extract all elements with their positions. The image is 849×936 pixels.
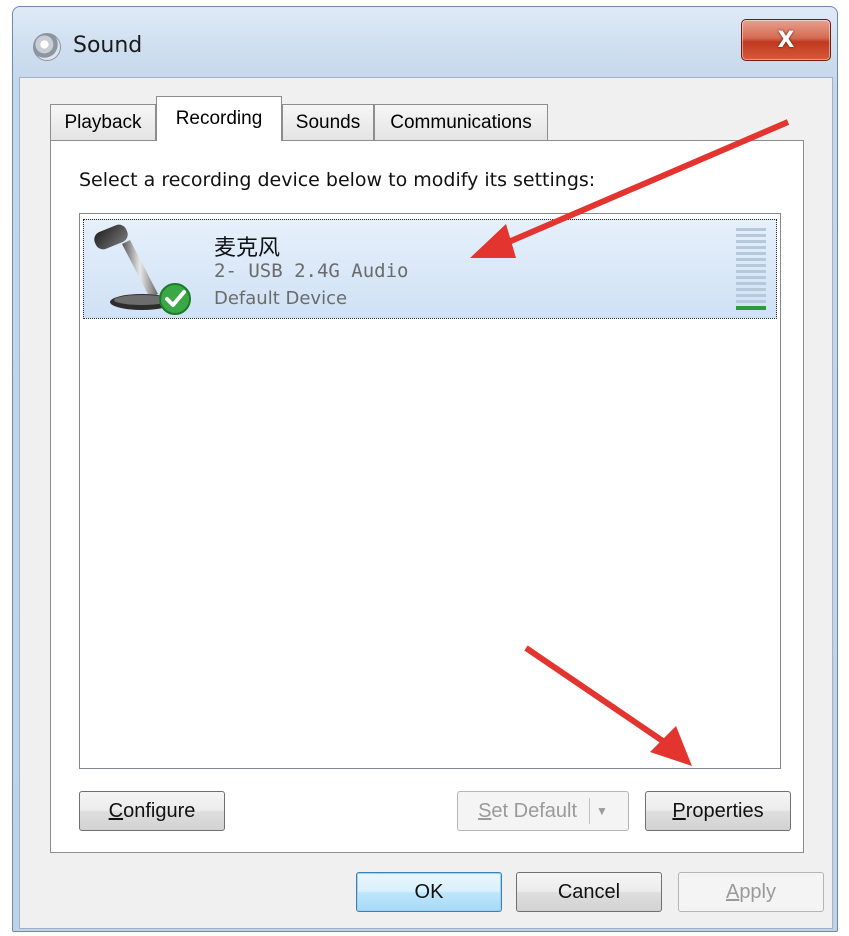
recording-tab-panel: Select a recording device below to modif… bbox=[50, 140, 804, 853]
configure-button[interactable]: Configure bbox=[79, 791, 225, 831]
window-title: Sound bbox=[73, 33, 143, 58]
input-level-meter bbox=[736, 228, 766, 310]
level-segment bbox=[736, 306, 766, 310]
properties-button[interactable]: Properties bbox=[645, 791, 791, 831]
sound-dialog: Sound X Playback Recording Sounds Commun… bbox=[12, 6, 838, 932]
speaker-icon bbox=[33, 33, 61, 61]
level-segment bbox=[736, 228, 766, 231]
apply-button: Apply bbox=[678, 872, 824, 912]
level-segment bbox=[736, 240, 766, 243]
level-segment bbox=[736, 294, 766, 297]
properties-label: roperties bbox=[685, 799, 764, 822]
device-description: 2- USB 2.4G Audio bbox=[214, 260, 409, 282]
green-check-icon bbox=[159, 283, 191, 315]
split-separator bbox=[589, 798, 591, 824]
level-segment bbox=[736, 288, 766, 291]
set-default-button: Set Default ▼ bbox=[457, 791, 629, 831]
instruction-text: Select a recording device below to modif… bbox=[79, 169, 596, 191]
set-default-mnemonic: S bbox=[478, 799, 492, 822]
level-segment bbox=[736, 258, 766, 261]
apply-mnemonic: A bbox=[725, 880, 740, 903]
level-segment bbox=[736, 276, 766, 279]
tab-recording[interactable]: Recording bbox=[156, 96, 282, 141]
properties-mnemonic: P bbox=[672, 799, 686, 822]
apply-label: pply bbox=[739, 880, 777, 903]
tab-playback[interactable]: Playback bbox=[50, 104, 156, 140]
configure-mnemonic: C bbox=[108, 799, 124, 822]
ok-button[interactable]: OK bbox=[356, 872, 502, 912]
level-segment bbox=[736, 252, 766, 255]
level-segment bbox=[736, 282, 766, 285]
list-item[interactable]: 麦克风 2- USB 2.4G Audio Default Device bbox=[83, 219, 777, 319]
level-segment bbox=[736, 300, 766, 303]
close-icon: X bbox=[777, 27, 795, 53]
level-segment bbox=[736, 234, 766, 237]
recording-device-list[interactable]: 麦克风 2- USB 2.4G Audio Default Device bbox=[79, 213, 781, 769]
set-default-label: et Default bbox=[491, 799, 578, 822]
title-bar[interactable]: Sound X bbox=[13, 7, 837, 77]
configure-label: onfigure bbox=[123, 799, 196, 822]
dialog-client-area: Playback Recording Sounds Communications… bbox=[19, 77, 833, 929]
tab-sounds[interactable]: Sounds bbox=[282, 104, 374, 140]
chevron-down-icon: ▼ bbox=[596, 804, 608, 818]
device-status: Default Device bbox=[214, 288, 348, 309]
close-button[interactable]: X bbox=[741, 19, 831, 61]
level-segment bbox=[736, 270, 766, 273]
level-segment bbox=[736, 246, 766, 249]
device-name: 麦克风 bbox=[214, 236, 281, 261]
tab-communications[interactable]: Communications bbox=[374, 104, 548, 140]
level-segment bbox=[736, 264, 766, 267]
cancel-button[interactable]: Cancel bbox=[516, 872, 662, 912]
